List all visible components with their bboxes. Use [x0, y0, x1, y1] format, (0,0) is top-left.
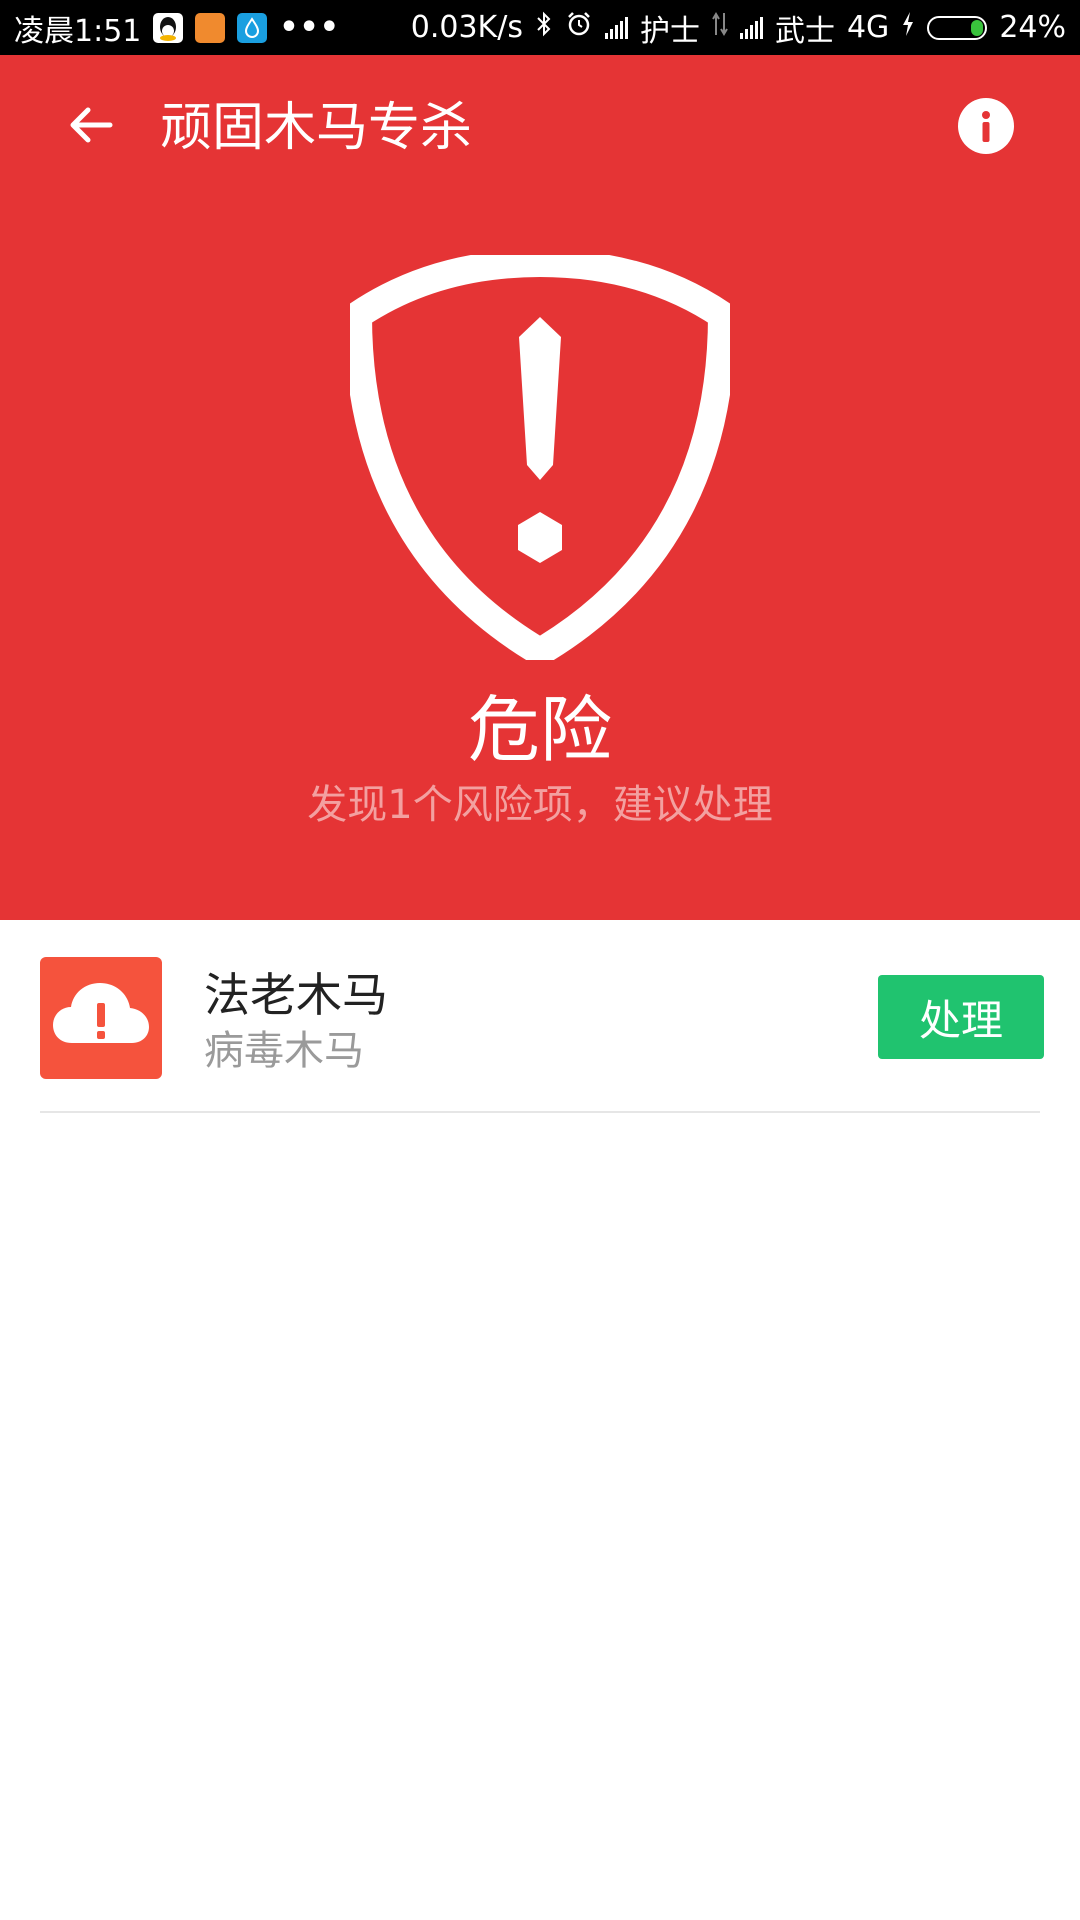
net-speed: 0.03K/s: [410, 10, 523, 45]
cloud-alert-icon: [40, 957, 162, 1079]
signal-icon-2: [739, 16, 763, 39]
carrier-2: 武士: [774, 13, 835, 49]
battery-icon: [927, 15, 988, 40]
charging-icon: [901, 10, 915, 45]
battery-level: [971, 19, 984, 36]
water-drop-app-icon: [237, 12, 268, 43]
risk-summary: 发现1个风险项，建议处理: [307, 782, 773, 828]
scan-result-header: 顽固木马专杀 危险 发现1个风险项，建议处理: [0, 55, 1080, 920]
status-bar-right: 0.03K/s 护士 武士 4G 24%: [411, 6, 1066, 50]
battery-percent: 24%: [999, 10, 1066, 45]
info-button[interactable]: [958, 98, 1014, 154]
bluetooth-icon: [535, 10, 553, 46]
back-button[interactable]: [60, 95, 120, 155]
network-type: 4G: [846, 10, 890, 45]
status-time: 凌晨1:51: [14, 13, 142, 49]
status-bar-left: 凌晨1:51 •••: [14, 6, 340, 50]
qq-icon: [153, 12, 184, 43]
danger-shield-icon: [350, 255, 730, 660]
info-icon: [982, 111, 990, 142]
page-title: 顽固木马专杀: [160, 98, 473, 158]
signal-icon-1: [604, 16, 628, 39]
more-notifications-icon: •••: [279, 10, 340, 45]
alarm-icon: [565, 10, 593, 46]
carrier-1: 护士: [639, 13, 700, 49]
threat-type: 病毒木马: [204, 1028, 364, 1074]
risk-status-title: 危险: [467, 688, 612, 772]
back-arrow-icon: [70, 107, 113, 143]
data-arrows-icon: [712, 10, 728, 45]
status-bar: 凌晨1:51 ••• 0.03K/s 护士 武士 4G 24%: [0, 0, 1080, 55]
taobao-icon: [195, 12, 226, 43]
handle-threat-button[interactable]: 处理: [878, 975, 1044, 1059]
threat-list-item: 法老木马 病毒木马 处理: [40, 945, 1044, 1113]
threat-name: 法老木马: [204, 968, 388, 1022]
